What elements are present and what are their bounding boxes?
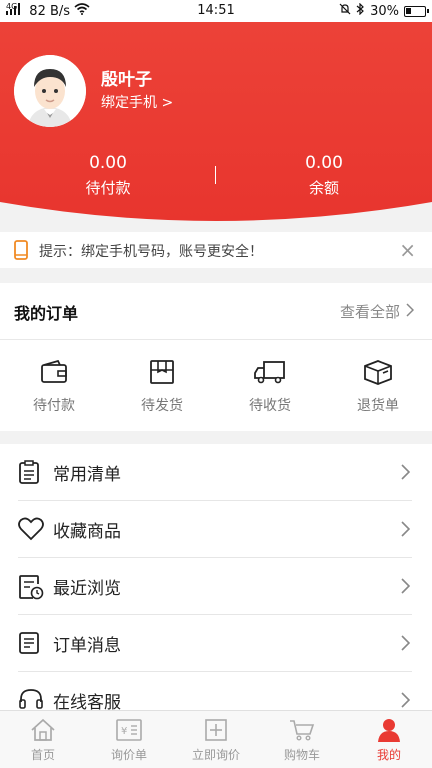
stat-pending-payment[interactable]: 0.00 待付款 bbox=[8, 153, 208, 198]
menu-item-favorites[interactable]: 收藏商品 bbox=[0, 501, 432, 558]
battery-icon bbox=[404, 5, 429, 17]
chevron-right-icon bbox=[401, 692, 411, 712]
menu-label: 订单消息 bbox=[53, 636, 121, 656]
order-label: 待付款 bbox=[33, 398, 75, 414]
view-all-orders[interactable]: 查看全部 bbox=[339, 301, 415, 322]
chevron-right-icon bbox=[401, 635, 411, 655]
orders-title: 我的订单 bbox=[14, 304, 79, 323]
user-icon bbox=[346, 717, 432, 743]
box-icon bbox=[324, 357, 432, 387]
list-icon bbox=[18, 460, 40, 488]
bind-phone-link[interactable]: 绑定手机 > bbox=[101, 92, 173, 112]
tab-label: 我的 bbox=[376, 748, 401, 762]
app-root: 4G 82 B/s 14:51 30% 殷叶子 绑定手机 > 0.00 待付款 … bbox=[0, 0, 432, 768]
orders-section: 我的订单 查看全部 待付款 待发货 待收货 退货单 bbox=[0, 283, 432, 431]
battery-percent: 30% bbox=[370, 3, 399, 19]
order-label: 退货单 bbox=[357, 398, 399, 414]
menu-list: 常用清单 收藏商品 最近浏览 订单消息 在线客服 bbox=[0, 444, 432, 714]
wallet-icon bbox=[0, 357, 108, 387]
mute-icon bbox=[339, 3, 351, 19]
tab-quotes[interactable]: ¥ 询价单 bbox=[86, 717, 172, 763]
tab-cart[interactable]: 购物车 bbox=[259, 717, 345, 763]
menu-item-customer-service[interactable]: 在线客服 bbox=[0, 672, 432, 714]
tab-mine[interactable]: 我的 bbox=[346, 717, 432, 763]
chevron-right-icon bbox=[401, 578, 411, 598]
menu-label: 最近浏览 bbox=[53, 579, 121, 599]
tab-label: 首页 bbox=[30, 748, 55, 762]
svg-text:¥: ¥ bbox=[121, 726, 127, 737]
stat-balance[interactable]: 0.00 余额 bbox=[224, 153, 424, 198]
stat-value: 0.00 bbox=[89, 153, 127, 173]
avatar[interactable] bbox=[14, 55, 86, 127]
stat-value: 0.00 bbox=[305, 153, 343, 173]
tip-text: 提示：绑定手机号码，账号更安全！ bbox=[39, 244, 263, 260]
heart-icon bbox=[18, 517, 44, 545]
menu-item-frequent-list[interactable]: 常用清单 bbox=[0, 444, 432, 501]
tip-bar: 提示：绑定手机号码，账号更安全！ × bbox=[0, 232, 432, 268]
package-icon bbox=[108, 357, 216, 387]
home-icon bbox=[0, 717, 86, 743]
tab-label: 询价单 bbox=[110, 748, 147, 762]
username: 殷叶子 bbox=[101, 70, 152, 90]
bluetooth-icon bbox=[356, 2, 365, 19]
avatar-image bbox=[14, 55, 86, 127]
order-label: 待发货 bbox=[141, 398, 183, 414]
quote-icon: ¥ bbox=[86, 717, 172, 743]
menu-item-recent[interactable]: 最近浏览 bbox=[0, 558, 432, 615]
truck-icon bbox=[216, 357, 324, 387]
order-label: 待收货 bbox=[249, 398, 291, 414]
stat-label: 待付款 bbox=[85, 179, 131, 197]
status-right: 30% bbox=[339, 2, 429, 19]
status-bar: 4G 82 B/s 14:51 30% bbox=[0, 0, 432, 22]
stat-label: 余额 bbox=[308, 179, 339, 197]
phone-icon bbox=[14, 240, 28, 264]
stat-divider bbox=[215, 166, 216, 184]
order-pending-shipment[interactable]: 待发货 bbox=[108, 357, 216, 415]
tab-home[interactable]: 首页 bbox=[0, 717, 86, 763]
tab-quick-inquiry[interactable]: 立即询价 bbox=[173, 717, 259, 763]
history-icon bbox=[18, 574, 44, 604]
cart-icon bbox=[259, 717, 345, 743]
menu-item-order-messages[interactable]: 订单消息 bbox=[0, 615, 432, 672]
message-icon bbox=[18, 631, 40, 659]
chevron-right-icon bbox=[406, 302, 415, 321]
chevron-right-icon bbox=[401, 521, 411, 541]
chevron-right-icon bbox=[401, 464, 411, 484]
divider bbox=[0, 339, 432, 340]
view-all-label: 查看全部 bbox=[339, 303, 400, 321]
profile-header: 殷叶子 绑定手机 > 0.00 待付款 0.00 余额 bbox=[0, 22, 432, 232]
tab-label: 立即询价 bbox=[191, 748, 240, 762]
order-pending-payment[interactable]: 待付款 bbox=[0, 357, 108, 415]
add-icon bbox=[173, 717, 259, 743]
order-pending-receipt[interactable]: 待收货 bbox=[216, 357, 324, 415]
menu-label: 常用清单 bbox=[53, 465, 121, 485]
order-returns[interactable]: 退货单 bbox=[324, 357, 432, 415]
menu-label: 收藏商品 bbox=[53, 522, 121, 542]
tab-label: 购物车 bbox=[283, 748, 320, 762]
bottom-tab-bar: 首页 ¥ 询价单 立即询价 购物车 我的 bbox=[0, 710, 432, 768]
close-icon[interactable]: × bbox=[399, 238, 416, 262]
header-background bbox=[0, 22, 432, 221]
